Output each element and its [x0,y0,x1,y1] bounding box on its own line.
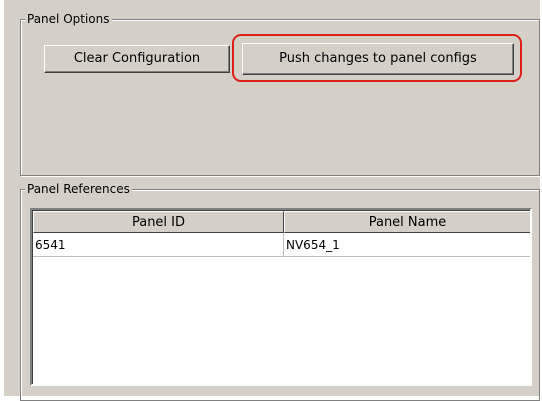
column-header-panel-id[interactable]: Panel ID [33,211,284,233]
window-left-edge [0,0,4,396]
column-header-panel-name[interactable]: Panel Name [284,211,530,233]
panel-id-cell[interactable]: 6541 [33,234,284,256]
panel-options-title: Panel Options [25,12,112,26]
table-header: Panel ID Panel Name [33,211,530,233]
table-row[interactable]: 6541 NV654_1 [33,234,530,257]
panel-references-table[interactable]: Panel ID Panel Name 6541 NV654_1 [30,208,532,386]
push-changes-button[interactable]: Push changes to panel configs [242,43,514,75]
panel-name-cell[interactable]: NV654_1 [284,234,530,256]
panel-settings-window: Panel Options Clear Configuration Push c… [0,0,542,401]
clear-configuration-button[interactable]: Clear Configuration [44,45,230,73]
panel-references-title: Panel References [25,182,132,196]
